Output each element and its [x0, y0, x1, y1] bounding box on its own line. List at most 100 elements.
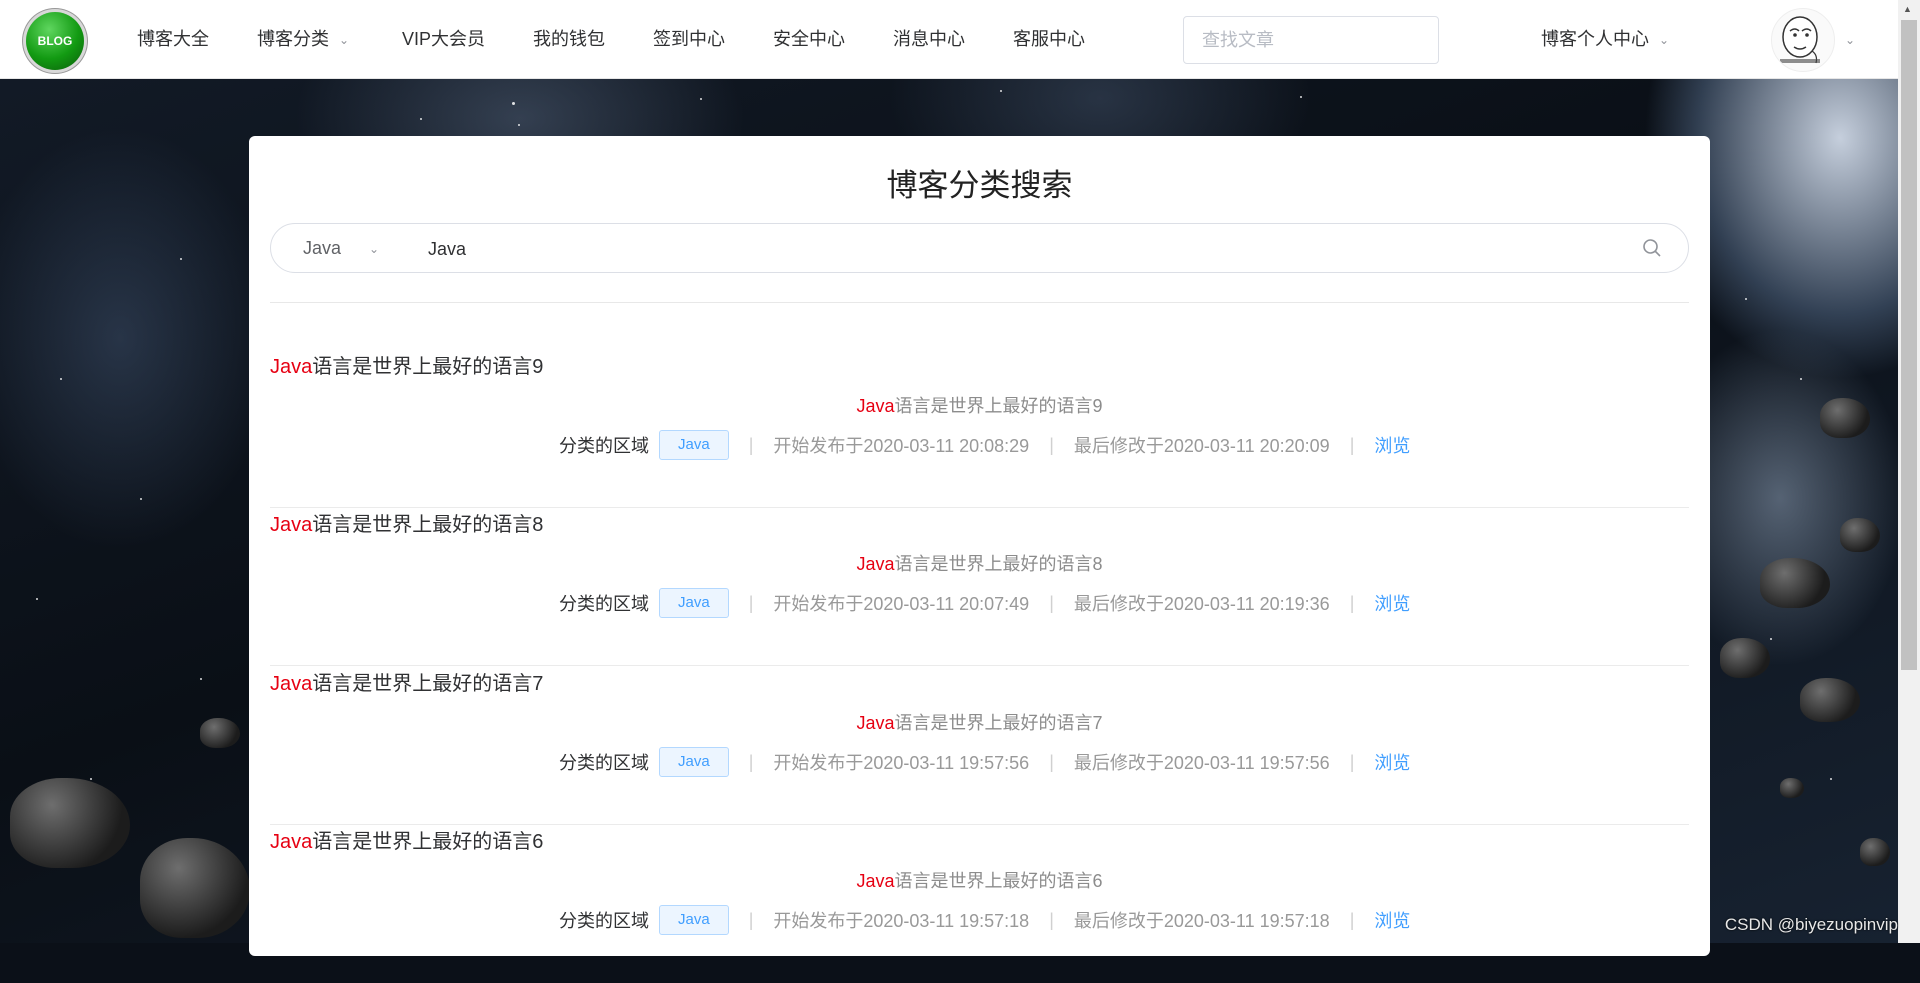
- title-text: 语言是世界上最好的语言6: [312, 831, 544, 853]
- category-tag[interactable]: Java: [659, 905, 729, 935]
- article-search-input[interactable]: [1183, 16, 1439, 64]
- meta-separator: |: [748, 592, 754, 613]
- nav-item-blog-all[interactable]: 博客大全: [137, 0, 209, 78]
- nav-item-security[interactable]: 安全中心: [773, 0, 845, 78]
- nav-item-label: 客服中心: [1013, 29, 1085, 49]
- meta-separator: |: [1349, 434, 1355, 455]
- published-time: 开始发布于2020-03-11 19:57:18: [773, 911, 1030, 931]
- nav-item-label: 签到中心: [653, 29, 725, 49]
- nav-item-messages[interactable]: 消息中心: [893, 0, 965, 78]
- meta-separator: |: [1349, 909, 1355, 930]
- summary-text: 语言是世界上最好的语言7: [894, 713, 1103, 733]
- nav-item-label: 博客分类: [257, 29, 329, 49]
- result-meta: 分类的区域 Java | 开始发布于2020-03-11 19:57:18 | …: [559, 905, 1410, 935]
- category-label: 分类的区域: [559, 753, 649, 773]
- keyword-highlight: Java: [856, 396, 895, 416]
- modified-time: 最后修改于2020-03-11 19:57:56: [1073, 753, 1330, 773]
- category-label: 分类的区域: [559, 436, 649, 456]
- browse-link[interactable]: 浏览: [1374, 907, 1410, 933]
- category-search-bar: Java ⌄: [270, 223, 1689, 273]
- category-tag[interactable]: Java: [659, 430, 729, 460]
- summary-text: 语言是世界上最好的语言6: [894, 871, 1103, 891]
- blog-logo[interactable]: BLOG: [26, 12, 84, 70]
- browse-link[interactable]: 浏览: [1374, 590, 1410, 616]
- chevron-down-icon: ⌄: [1659, 33, 1670, 48]
- modified-time: 最后修改于2020-03-11 20:20:09: [1073, 436, 1330, 456]
- meta-separator: |: [748, 751, 754, 772]
- keyword-highlight: Java: [270, 514, 313, 536]
- page-scrollbar[interactable]: ▲: [1898, 0, 1920, 943]
- nav-item-support[interactable]: 客服中心: [1013, 0, 1085, 78]
- modified-time: 最后修改于2020-03-11 20:19:36: [1073, 594, 1330, 614]
- logo-text: BLOG: [37, 34, 73, 48]
- result-title[interactable]: Java语言是世界上最好的语言8: [270, 508, 543, 537]
- keyword-highlight: Java: [856, 713, 895, 733]
- result-summary: Java语言是世界上最好的语言8: [270, 550, 1689, 576]
- title-text: 语言是世界上最好的语言8: [312, 514, 544, 536]
- keyword-highlight: Java: [270, 673, 313, 695]
- divider: [270, 302, 1689, 303]
- search-input[interactable]: [426, 234, 1430, 264]
- nav-item-label: 我的钱包: [533, 29, 605, 49]
- category-select[interactable]: Java ⌄: [303, 224, 379, 272]
- nav-item-vip[interactable]: VIP大会员: [402, 0, 485, 78]
- category-select-value: Java: [303, 238, 342, 258]
- result-item: Java语言是世界上最好的语言6 Java语言是世界上最好的语言6 分类的区域 …: [270, 825, 1689, 983]
- user-center-label: 博客个人中心: [1541, 29, 1649, 49]
- keyword-highlight: Java: [856, 554, 895, 574]
- result-title[interactable]: Java语言是世界上最好的语言9: [270, 350, 543, 379]
- user-center-menu[interactable]: 博客个人中心 ⌄: [1541, 0, 1669, 78]
- keyword-highlight: Java: [270, 831, 313, 853]
- meta-separator: |: [1049, 751, 1054, 772]
- top-navbar: BLOG 博客大全 博客分类 ⌄ VIP大会员 我的钱包 签到中心 安全中心 消息…: [0, 0, 1898, 79]
- avatar-dropdown[interactable]: ⌄: [1845, 0, 1855, 78]
- chevron-down-icon: ⌄: [339, 33, 350, 48]
- keyword-highlight: Java: [856, 871, 895, 891]
- chevron-down-icon: ⌄: [1845, 33, 1856, 48]
- result-item: Java语言是世界上最好的语言8 Java语言是世界上最好的语言8 分类的区域 …: [270, 508, 1689, 666]
- modified-time: 最后修改于2020-03-11 19:57:18: [1073, 911, 1330, 931]
- meta-separator: |: [1349, 751, 1355, 772]
- published-time: 开始发布于2020-03-11 20:08:29: [773, 436, 1030, 456]
- keyword-highlight: Java: [270, 356, 313, 378]
- category-tag[interactable]: Java: [659, 588, 729, 618]
- category-search-card: 博客分类搜索 Java⌄ Java语言是世界上最好的语言9 Java语言是世界上…: [249, 136, 1710, 956]
- result-meta: 分类的区域 Java | 开始发布于2020-03-11 19:57:56 | …: [559, 747, 1410, 777]
- result-title[interactable]: Java语言是世界上最好的语言6: [270, 825, 543, 854]
- result-title[interactable]: Java语言是世界上最好的语言7: [270, 667, 543, 696]
- nav-item-label: 博客大全: [137, 29, 209, 49]
- meta-separator: |: [748, 434, 754, 455]
- nav-item-blog-category[interactable]: 博客分类 ⌄: [257, 0, 349, 78]
- result-summary: Java语言是世界上最好的语言6: [270, 867, 1689, 893]
- published-time: 开始发布于2020-03-11 19:57:56: [773, 753, 1030, 773]
- summary-text: 语言是世界上最好的语言8: [894, 554, 1103, 574]
- result-summary: Java语言是世界上最好的语言9: [270, 392, 1689, 418]
- meta-separator: |: [1049, 592, 1054, 613]
- result-meta: 分类的区域 Java | 开始发布于2020-03-11 20:08:29 | …: [559, 430, 1410, 460]
- category-label: 分类的区域: [559, 911, 649, 931]
- category-label: 分类的区域: [559, 594, 649, 614]
- meta-separator: |: [1049, 434, 1054, 455]
- title-text: 语言是世界上最好的语言9: [312, 356, 544, 378]
- avatar[interactable]: [1771, 8, 1835, 72]
- meta-separator: |: [1049, 909, 1054, 930]
- title-text: 语言是世界上最好的语言7: [312, 673, 544, 695]
- category-tag[interactable]: Java: [659, 747, 729, 777]
- result-item: Java语言是世界上最好的语言9 Java语言是世界上最好的语言9 分类的区域 …: [270, 350, 1689, 508]
- nav-item-checkin[interactable]: 签到中心: [653, 0, 725, 78]
- published-time: 开始发布于2020-03-11 20:07:49: [773, 594, 1030, 614]
- search-icon[interactable]: [1642, 238, 1662, 258]
- nav-item-label: 消息中心: [893, 29, 965, 49]
- scroll-up-arrow-icon[interactable]: ▲: [1903, 4, 1912, 14]
- result-summary: Java语言是世界上最好的语言7: [270, 709, 1689, 735]
- result-meta: 分类的区域 Java | 开始发布于2020-03-11 20:07:49 | …: [559, 588, 1410, 618]
- browse-link[interactable]: 浏览: [1374, 749, 1410, 775]
- browse-link[interactable]: 浏览: [1374, 432, 1410, 458]
- meta-separator: |: [1349, 592, 1355, 613]
- summary-text: 语言是世界上最好的语言9: [894, 396, 1103, 416]
- result-item: Java语言是世界上最好的语言7 Java语言是世界上最好的语言7 分类的区域 …: [270, 667, 1689, 825]
- scrollbar-thumb[interactable]: [1901, 20, 1917, 670]
- nav-item-wallet[interactable]: 我的钱包: [533, 0, 605, 78]
- chevron-down-icon: ⌄: [369, 242, 380, 257]
- meta-separator: |: [748, 909, 754, 930]
